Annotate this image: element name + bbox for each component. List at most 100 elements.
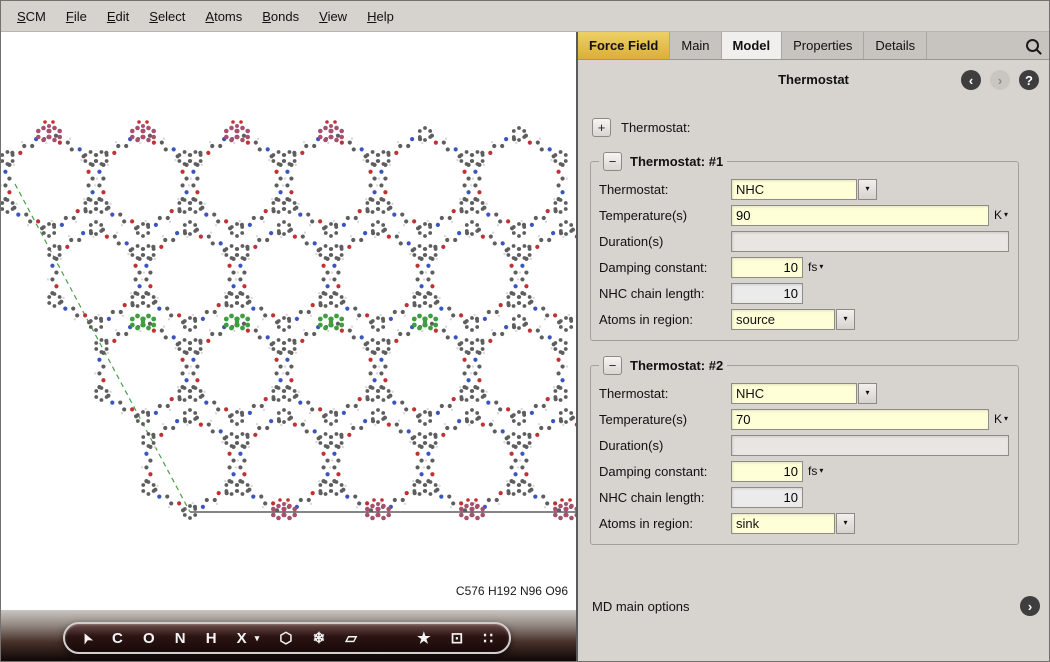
md-main-options-button[interactable]: ›: [1020, 596, 1040, 616]
thermostat-2-duration-input[interactable]: [731, 435, 1009, 456]
thermostat-1-chain-length-label: NHC chain length:: [599, 286, 731, 301]
thermostat-2-temperature-unit-dropdown[interactable]: K ▾: [994, 412, 1008, 426]
element-x-tool[interactable]: X: [237, 631, 247, 646]
thermostat-2-damping-unit-dropdown[interactable]: fs ▾: [808, 464, 823, 478]
chevron-down-icon: ▾: [865, 389, 869, 397]
chevron-down-icon: ▾: [865, 185, 869, 193]
thermostat-1-temperature-input[interactable]: [731, 205, 989, 226]
thermostat-2-title: Thermostat: #2: [630, 358, 723, 373]
thermostat-1-temperature-unit-dropdown[interactable]: K ▾: [994, 208, 1008, 222]
search-icon[interactable]: [1026, 32, 1039, 59]
thermostat-2-type-dropdown-button[interactable]: ▾: [858, 383, 877, 404]
thermostat-2-damping-label: Damping constant:: [599, 464, 731, 479]
thermostat-1-type-label: Thermostat:: [599, 182, 731, 197]
optimize-tool-icon[interactable]: ❄: [313, 631, 326, 646]
menu-bonds[interactable]: Bonds: [252, 4, 309, 29]
thermostat-2-region-label: Atoms in region:: [599, 516, 731, 531]
thermostat-2-duration-label: Duration(s): [599, 438, 731, 453]
back-button[interactable]: ‹: [961, 70, 981, 90]
damping-unit-label: fs: [808, 260, 817, 274]
cell-tool-icon[interactable]: ⊡: [451, 631, 464, 646]
settings-panel: Force Field Main Model Properties Detail…: [578, 32, 1049, 662]
thermostat-2-type-label: Thermostat:: [599, 386, 731, 401]
temperature-unit-label: K: [994, 412, 1002, 426]
thermostat-1-title: Thermostat: #1: [630, 154, 723, 169]
menu-bar: SCM File Edit Select Atoms Bonds View He…: [1, 1, 1049, 32]
oxygen-tool[interactable]: O: [143, 631, 155, 646]
thermostat-1-region-select[interactable]: source ▾: [731, 309, 855, 330]
molecule-canvas[interactable]: [1, 32, 576, 610]
chevron-down-icon: ▾: [1004, 211, 1008, 219]
chevron-down-icon: ▾: [819, 263, 823, 271]
thermostat-2-legend: − Thermostat: #2: [599, 356, 727, 375]
temperature-unit-label: K: [994, 208, 1002, 222]
hydrogen-tool[interactable]: H: [206, 631, 217, 646]
fragments-tool-icon[interactable]: ∷: [483, 631, 493, 646]
menu-scm[interactable]: SCM: [7, 4, 56, 29]
menu-edit[interactable]: Edit: [97, 4, 139, 29]
thermostat-1-damping-input[interactable]: [731, 257, 803, 278]
carbon-tool[interactable]: C: [112, 631, 123, 646]
menu-view[interactable]: View: [309, 4, 357, 29]
thermostat-1-duration-input[interactable]: [731, 231, 1009, 252]
thermostat-1-damping-label: Damping constant:: [599, 260, 731, 275]
ring-tool-icon[interactable]: ⬡: [279, 631, 292, 646]
thermostat-2-temperature-input[interactable]: [731, 409, 989, 430]
thermostat-2-type-value[interactable]: NHC: [731, 383, 857, 404]
thermostat-1-duration-label: Duration(s): [599, 234, 731, 249]
add-thermostat-label: Thermostat:: [621, 120, 690, 135]
md-main-options-row: MD main options ›: [592, 596, 1040, 616]
thermostat-2-type-select[interactable]: NHC ▾: [731, 383, 877, 404]
tab-main[interactable]: Main: [670, 32, 721, 59]
md-main-options-label: MD main options: [592, 599, 690, 614]
menu-file[interactable]: File: [56, 4, 97, 29]
thermostat-1-type-select[interactable]: NHC ▾: [731, 179, 877, 200]
thermostat-1-chain-length-input[interactable]: [731, 283, 803, 304]
pointer-tool-icon[interactable]: ➤: [78, 630, 94, 645]
thermostat-2-chain-length-label: NHC chain length:: [599, 490, 731, 505]
tab-properties[interactable]: Properties: [782, 32, 864, 59]
thermostat-2-region-value[interactable]: sink: [731, 513, 835, 534]
add-thermostat-button[interactable]: +: [592, 118, 611, 137]
thermostat-group-1: − Thermostat: #1 Thermostat: NHC ▾ Tempe…: [590, 161, 1019, 341]
menu-help[interactable]: Help: [357, 4, 404, 29]
thermostat-1-region-value[interactable]: source: [731, 309, 835, 330]
panel-nav: ‹ › ?: [961, 70, 1039, 90]
nitrogen-tool[interactable]: N: [175, 631, 186, 646]
thermostat-2-chain-length-input[interactable]: [731, 487, 803, 508]
menu-select[interactable]: Select: [139, 4, 195, 29]
help-button[interactable]: ?: [1019, 70, 1039, 90]
formula-label: C576 H192 N96 O96: [456, 584, 568, 598]
tab-details[interactable]: Details: [864, 32, 927, 59]
tab-model[interactable]: Model: [722, 32, 783, 59]
magnifier-glyph: [1026, 39, 1039, 52]
chevron-down-icon: ▾: [819, 467, 823, 475]
chevron-down-icon: ▾: [843, 519, 847, 527]
collapse-thermostat-2-button[interactable]: −: [603, 356, 622, 375]
menu-atoms[interactable]: Atoms: [195, 4, 252, 29]
thermostat-2-region-select[interactable]: sink ▾: [731, 513, 855, 534]
collapse-thermostat-1-button[interactable]: −: [603, 152, 622, 171]
thermostat-1-type-dropdown-button[interactable]: ▾: [858, 179, 877, 200]
plane-tool-icon[interactable]: ▱: [345, 631, 357, 646]
star-tool-icon[interactable]: ★: [417, 631, 430, 646]
chevron-down-icon: ▾: [1004, 415, 1008, 423]
atom-toolbar: ➤ C O N H X ▾ ⬡ ❄ ▱ ★ ⊡ ∷: [63, 622, 511, 654]
add-thermostat-row: + Thermostat:: [592, 118, 1049, 137]
thermostat-1-type-value[interactable]: NHC: [731, 179, 857, 200]
panel-title-row: Thermostat ‹ › ?: [578, 72, 1049, 94]
thermostat-1-region-label: Atoms in region:: [599, 312, 731, 327]
forward-button[interactable]: ›: [990, 70, 1010, 90]
tab-force-field[interactable]: Force Field: [578, 32, 670, 59]
thermostat-1-legend: − Thermostat: #1: [599, 152, 727, 171]
thermostat-group-2: − Thermostat: #2 Thermostat: NHC ▾ Tempe…: [590, 365, 1019, 545]
thermostat-2-damping-input[interactable]: [731, 461, 803, 482]
chevron-down-icon: ▾: [843, 315, 847, 323]
thermostat-2-region-dropdown-button[interactable]: ▾: [836, 513, 855, 534]
ams-input-window: SCM File Edit Select Atoms Bonds View He…: [0, 0, 1050, 662]
thermostat-1-region-dropdown-button[interactable]: ▾: [836, 309, 855, 330]
thermostat-1-temperature-label: Temperature(s): [599, 208, 731, 223]
thermostat-1-damping-unit-dropdown[interactable]: fs ▾: [808, 260, 823, 274]
damping-unit-label: fs: [808, 464, 817, 478]
element-dropdown-icon[interactable]: ▾: [255, 634, 260, 643]
